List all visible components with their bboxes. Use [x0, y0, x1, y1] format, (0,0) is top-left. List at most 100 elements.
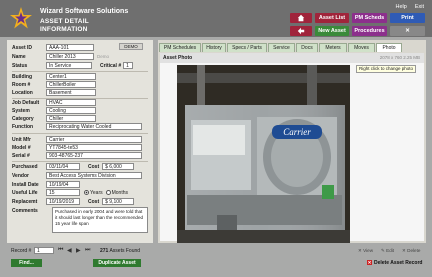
- tab-history[interactable]: History: [202, 43, 226, 52]
- edit-icon: ✎: [381, 248, 385, 253]
- photo-tab-content: Asset Photo 2078 x 760 2.25 MB Carrier R…: [160, 53, 424, 243]
- building-label: Building: [12, 73, 32, 80]
- months-label: Months: [111, 189, 129, 196]
- system-label: System: [12, 107, 30, 114]
- help-link[interactable]: Help: [396, 4, 407, 10]
- name-label: Name: [12, 53, 26, 60]
- location-label: Location: [12, 89, 33, 96]
- model-field[interactable]: YT7845-te53: [46, 144, 142, 151]
- tab-photo[interactable]: Photo: [376, 43, 402, 52]
- serial-label: Serial #: [12, 152, 30, 159]
- comments-textarea[interactable]: Purchased in early 2004 and were told th…: [52, 207, 148, 233]
- months-radio[interactable]: [105, 190, 111, 195]
- print-button[interactable]: Print: [390, 13, 425, 23]
- assets-found-text: Assets Found: [109, 248, 141, 254]
- useful-life-field[interactable]: 15: [46, 189, 80, 196]
- purchased-field[interactable]: 03/11/04: [46, 163, 80, 170]
- chiller-photo-illustration: Carrier: [177, 65, 350, 243]
- room-field[interactable]: ChillerBoiler: [46, 81, 96, 88]
- cost-field[interactable]: $ 6,000: [102, 163, 135, 170]
- system-field[interactable]: Cooling: [46, 107, 96, 114]
- back-arrow-icon: [297, 27, 305, 35]
- tab-specs-parts[interactable]: Specs / Parts: [227, 43, 267, 52]
- procedures-button[interactable]: Procedures: [352, 26, 387, 36]
- location-field[interactable]: Basement: [46, 89, 96, 96]
- tab-meters[interactable]: Meters: [319, 43, 347, 52]
- tab-moves[interactable]: Moves: [348, 43, 375, 52]
- asset-id-label: Asset ID: [12, 44, 33, 51]
- footer-bar: Record # 1 ⏮ ◀ ▶ ⏭ 271 Assets Found ✕ Vi…: [0, 244, 432, 277]
- model-label: Model #: [12, 144, 31, 151]
- header-bar: Wizard Software Solutions ASSET DETAIL I…: [0, 0, 432, 37]
- next-record-icon[interactable]: ▶: [76, 247, 81, 254]
- delete-asset-record-button[interactable]: ✕ Delete Asset Record: [367, 260, 422, 266]
- job-default-label: Job Default: [12, 99, 40, 106]
- tab-panel: PM Schedules History Specs / Parts Servi…: [158, 40, 426, 243]
- company-name: Wizard Software Solutions: [40, 8, 129, 15]
- status-select[interactable]: In Service: [46, 62, 92, 69]
- pm-schedules-button[interactable]: PM Scheds: [352, 13, 387, 23]
- delete-x-icon: ✕: [367, 260, 372, 265]
- critical-label: Critical #: [100, 62, 122, 69]
- delete-icon: ✕: [402, 248, 406, 253]
- exit-link[interactable]: Exit: [415, 4, 424, 10]
- asset-photo[interactable]: Carrier: [177, 65, 350, 243]
- find-button[interactable]: Find...: [11, 259, 42, 267]
- back-button[interactable]: [290, 26, 312, 36]
- view-icon: ✕: [358, 248, 362, 253]
- purchased-label: Purchased: [12, 163, 38, 170]
- photo-title: Asset Photo: [163, 55, 193, 61]
- critical-field[interactable]: 1: [123, 62, 134, 69]
- years-label: Years: [90, 189, 103, 196]
- install-date-field[interactable]: 10/19/04: [46, 181, 80, 188]
- replacement-cost-label: Cost: [88, 198, 100, 205]
- asset-list-button[interactable]: Asset List: [315, 13, 349, 23]
- asset-form-panel: DEMO Asset ID AAA-101 Name Chiller 2013 …: [7, 40, 153, 243]
- unit-mfr-label: Unit Mfr: [12, 136, 31, 143]
- asset-id-field[interactable]: AAA-101: [46, 44, 94, 51]
- cost-label: Cost: [88, 163, 100, 170]
- vendor-label: Vendor: [12, 172, 29, 179]
- job-default-field[interactable]: HVAC: [46, 99, 96, 106]
- record-field[interactable]: 1: [34, 247, 54, 254]
- last-record-icon[interactable]: ⏭: [85, 247, 90, 254]
- replacement-label: Replacemt: [12, 198, 38, 205]
- useful-life-label: Useful Life: [12, 189, 38, 196]
- status-label: Status: [12, 62, 28, 69]
- new-asset-button[interactable]: New Asset: [315, 26, 349, 36]
- name-hint: Demo: [97, 54, 110, 59]
- tab-pm-schedules[interactable]: PM Schedules: [159, 43, 201, 52]
- close-button[interactable]: ✕: [390, 26, 425, 36]
- page-title-line2: INFORMATION: [40, 26, 88, 33]
- name-field[interactable]: Chiller 2013: [46, 53, 94, 60]
- room-label: Room #: [12, 81, 31, 88]
- function-label: Function: [12, 123, 34, 130]
- edit-link[interactable]: ✎ Edit: [381, 248, 394, 254]
- replacement-field[interactable]: 10/19/2019: [46, 198, 80, 205]
- page-title-line1: ASSET DETAIL: [40, 18, 89, 25]
- view-link[interactable]: ✕ View: [358, 248, 373, 254]
- tab-service[interactable]: Service: [268, 43, 295, 52]
- years-radio[interactable]: [84, 190, 89, 195]
- replacement-cost-field[interactable]: $ 9,100: [102, 198, 135, 205]
- carrier-logo: Carrier: [283, 127, 311, 137]
- record-label: Record #: [11, 248, 32, 254]
- home-button[interactable]: [290, 13, 312, 23]
- function-field[interactable]: Reciprocating Water Cooled: [46, 123, 142, 130]
- install-date-label: Install Date: [12, 181, 39, 188]
- delete-link[interactable]: ✕ Delete: [402, 248, 420, 254]
- tab-docs[interactable]: Docs: [296, 43, 318, 52]
- assets-found-count: 271: [100, 248, 109, 254]
- duplicate-asset-button[interactable]: Duplicate Asset: [93, 259, 141, 267]
- photo-tooltip: Right click to change photo: [356, 65, 417, 73]
- comments-label: Comments: [12, 207, 38, 214]
- building-field[interactable]: Center1: [46, 73, 96, 80]
- serial-field[interactable]: 903-48765-237: [46, 152, 142, 159]
- prev-record-icon[interactable]: ◀: [67, 247, 72, 254]
- first-record-icon[interactable]: ⏮: [58, 247, 63, 254]
- vendor-field[interactable]: Best Access Systems Division: [46, 172, 142, 179]
- demo-button[interactable]: DEMO: [119, 43, 143, 50]
- category-field[interactable]: Chiller: [46, 115, 96, 122]
- unit-mfr-field[interactable]: Carrier: [46, 136, 142, 143]
- photo-size: 2078 x 760 2.25 MB: [379, 55, 420, 60]
